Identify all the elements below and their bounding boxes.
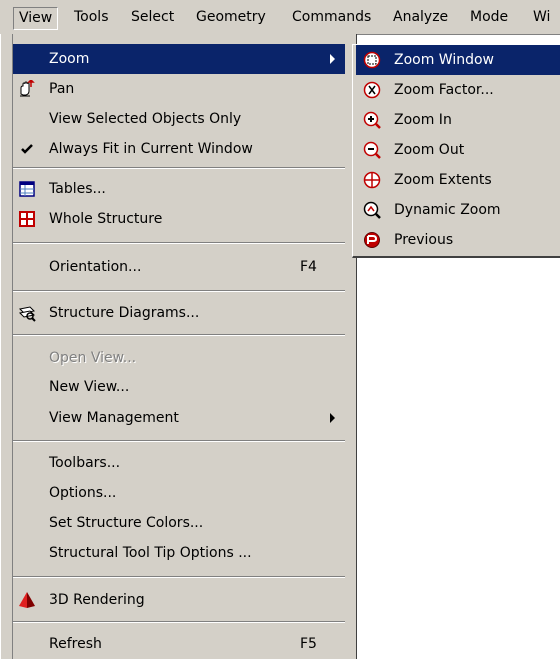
submenu-item-previous[interactable]: Previous: [356, 225, 560, 255]
menu-separator: [13, 290, 345, 292]
menu-item-label: Always Fit in Current Window: [49, 141, 253, 157]
menu-item-orientation[interactable]: Orientation... F4: [13, 252, 345, 282]
submenu-item-zoom-in[interactable]: Zoom In: [356, 105, 560, 135]
menu-item-structural-tool-tip[interactable]: Structural Tool Tip Options ...: [13, 538, 345, 568]
menu-item-label: Options...: [49, 485, 117, 501]
menu-item-label: Tables...: [49, 181, 106, 197]
pan-hand-icon: [20, 80, 35, 97]
menu-commands[interactable]: Commands: [287, 7, 376, 28]
menu-separator: [13, 576, 345, 578]
menu-item-options[interactable]: Options...: [13, 478, 345, 508]
submenu-item-label: Zoom Factor...: [394, 82, 494, 98]
menu-item-label: Pan: [49, 81, 75, 97]
submenu-item-zoom-extents[interactable]: Zoom Extents: [356, 165, 560, 195]
zoom-factor-icon: [363, 81, 381, 99]
menu-item-label: Whole Structure: [49, 211, 163, 227]
menu-item-label: Open View...: [49, 350, 137, 366]
submenu-item-zoom-window[interactable]: Zoom Window: [356, 45, 560, 75]
menu-item-new-view[interactable]: New View...: [13, 372, 345, 402]
structure-diagrams-icon: [18, 306, 36, 322]
menu-item-pan[interactable]: Pan: [13, 74, 345, 104]
menu-mode[interactable]: Mode: [465, 7, 513, 28]
menu-item-label: View Selected Objects Only: [49, 111, 242, 127]
menu-item-always-fit[interactable]: Always Fit in Current Window: [13, 134, 345, 164]
menu-separator: [13, 621, 345, 623]
submenu-item-label: Zoom In: [394, 112, 452, 128]
submenu-item-label: Previous: [394, 232, 454, 248]
submenu-item-dynamic-zoom[interactable]: Dynamic Zoom: [356, 195, 560, 225]
submenu-arrow-icon: [330, 54, 335, 64]
3d-rendering-icon: [19, 592, 35, 608]
menu-tools[interactable]: Tools: [69, 7, 114, 28]
menu-item-label: View Management: [49, 410, 179, 426]
shortcut-label: F5: [300, 636, 317, 652]
zoom-submenu: Zoom Window Zoom Factor... Zoom In Zoom …: [352, 44, 560, 258]
menu-item-label: Structure Diagrams...: [49, 305, 200, 321]
view-menu: Zoom Pan View Selected Objects Only Alwa…: [0, 34, 357, 659]
checkmark-icon: [21, 144, 33, 154]
submenu-item-label: Dynamic Zoom: [394, 202, 501, 218]
menu-item-label: Refresh: [49, 636, 102, 652]
menu-geometry[interactable]: Geometry: [191, 7, 271, 28]
menu-view[interactable]: View: [13, 7, 59, 30]
submenu-item-zoom-factor[interactable]: Zoom Factor...: [356, 75, 560, 105]
menu-separator: [13, 242, 345, 244]
menu-item-whole-structure[interactable]: Whole Structure: [13, 204, 345, 234]
submenu-item-label: Zoom Window: [394, 52, 495, 68]
menu-item-view-management[interactable]: View Management: [13, 403, 345, 433]
zoom-in-icon: [363, 111, 381, 129]
dynamic-zoom-icon: [363, 201, 381, 219]
menu-select[interactable]: Select: [126, 7, 179, 28]
submenu-item-label: Zoom Extents: [394, 172, 492, 188]
menu-separator: [13, 167, 345, 169]
menu-item-label: Toolbars...: [49, 455, 121, 471]
submenu-arrow-icon: [330, 413, 335, 423]
menu-item-refresh[interactable]: Refresh F5: [13, 629, 345, 659]
zoom-out-icon: [363, 141, 381, 159]
menu-item-view-selected[interactable]: View Selected Objects Only: [13, 104, 345, 134]
zoom-extents-icon: [363, 171, 381, 189]
zoom-window-icon: [363, 51, 381, 69]
menu-separator: [13, 440, 345, 442]
table-icon: [19, 181, 35, 197]
submenu-item-zoom-out[interactable]: Zoom Out: [356, 135, 560, 165]
shortcut-label: F4: [300, 259, 317, 275]
menu-analyze[interactable]: Analyze: [388, 7, 453, 28]
menu-item-tables[interactable]: Tables...: [13, 174, 345, 204]
menu-item-toolbars[interactable]: Toolbars...: [13, 448, 345, 478]
menu-item-label: Structural Tool Tip Options ...: [49, 545, 252, 561]
menu-item-open-view: Open View...: [13, 343, 345, 373]
menu-separator: [13, 334, 345, 336]
menu-item-label: 3D Rendering: [49, 592, 145, 608]
menu-window[interactable]: Wi: [528, 7, 555, 28]
menu-item-structure-diagrams[interactable]: Structure Diagrams...: [13, 298, 345, 328]
previous-zoom-icon: [364, 232, 380, 248]
menu-item-zoom[interactable]: Zoom: [13, 44, 345, 74]
menu-item-label: Zoom: [49, 51, 90, 67]
menu-item-label: Orientation...: [49, 259, 142, 275]
menu-bar: View Tools Select Geometry Commands Anal…: [0, 0, 560, 35]
menu-item-set-structure-colors[interactable]: Set Structure Colors...: [13, 508, 345, 538]
menu-item-label: Set Structure Colors...: [49, 515, 204, 531]
menu-item-3d-rendering[interactable]: 3D Rendering: [13, 585, 345, 615]
whole-structure-icon: [19, 211, 35, 227]
menu-edge: [1, 34, 13, 659]
menu-item-label: New View...: [49, 379, 130, 395]
submenu-item-label: Zoom Out: [394, 142, 465, 158]
